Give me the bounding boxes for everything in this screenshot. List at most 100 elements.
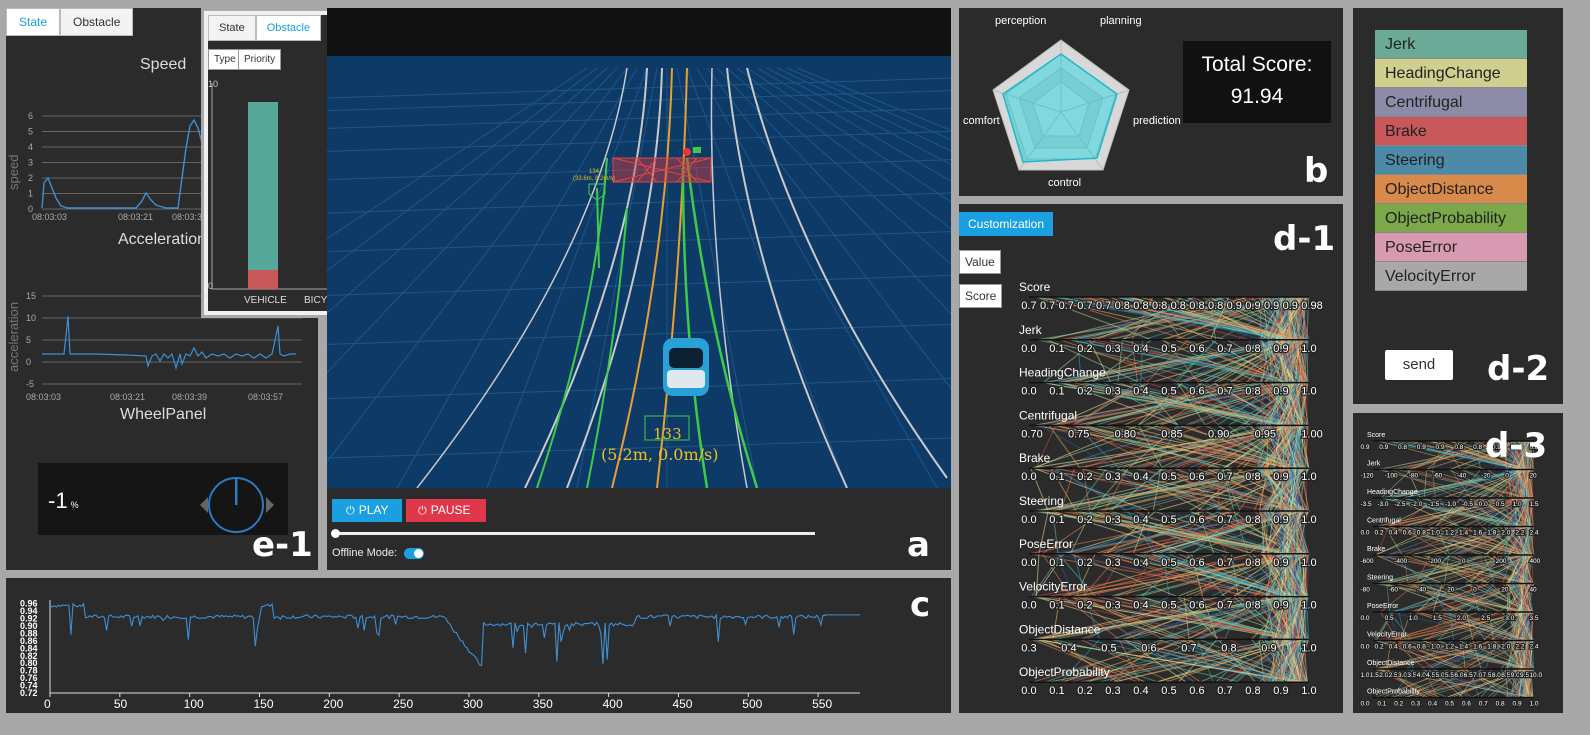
- pc-axis-name: Brake: [1019, 451, 1051, 465]
- pc-axis-name: Centrifugal: [1019, 408, 1077, 422]
- pc-axis-tick: 0.2: [1077, 514, 1092, 526]
- parallel-coordinates-chart[interactable]: Score0.7 0.7 0.7 0.7 0.7 0.8 0.8 0.8 0.8 0.8 0.8 0.…: [1009, 204, 1339, 704]
- pc-axis-tick: 0.3: [1105, 471, 1120, 483]
- pc-axis-tick: 20: [1501, 587, 1509, 594]
- pc-axis-tick: -60: [1389, 587, 1399, 594]
- legend-item-headingchange[interactable]: HeadingChange: [1375, 59, 1527, 88]
- panel-d2: Jerk HeadingChange Centrifugal Brake Steerin…: [1353, 8, 1563, 404]
- pc-axis-tick: 0.9: [1245, 300, 1260, 312]
- pc-axis-tick: 0.5: [1161, 685, 1176, 697]
- e2-y-tick: 10: [208, 79, 218, 89]
- pc-axis-name: HeadingChange: [1367, 489, 1418, 496]
- legend-item-steering[interactable]: Steering: [1375, 146, 1527, 175]
- speed-x-tick: 08:03:3: [172, 212, 202, 222]
- c-y-tick: 0.72: [20, 688, 38, 698]
- ego-car[interactable]: [663, 338, 709, 396]
- pc-axis-tick: 0.9: [1273, 471, 1288, 483]
- pc-axis-tick: 2.2: [1515, 530, 1524, 537]
- bar-vehicle[interactable]: [248, 102, 278, 270]
- pc-axis-tick: 0.5: [1161, 343, 1176, 355]
- pc-axis-name: Brake: [1367, 546, 1385, 553]
- panel-label-e1: e-1: [252, 525, 313, 565]
- pc-axis-tick: 0.4: [1133, 557, 1148, 569]
- pc-axis-tick: 0.7: [1181, 642, 1196, 654]
- c-x-tick: 400: [603, 697, 623, 711]
- progress-thumb[interactable]: [331, 529, 340, 538]
- legend-item-poseerror[interactable]: PoseError: [1375, 233, 1527, 262]
- pc-axis-name: Jerk: [1019, 323, 1043, 337]
- legend-item-jerk[interactable]: Jerk: [1375, 30, 1527, 59]
- pc-axis-tick: 1.0: [1529, 701, 1538, 708]
- pc-axis-tick: 5.0: [1436, 672, 1445, 679]
- pc-axis-tick: 0.6: [1462, 701, 1471, 708]
- x-label-vehicle: VEHICLE: [244, 295, 287, 306]
- pc-axis-tick: 2.4: [1529, 644, 1538, 651]
- legend-item-objectdistance[interactable]: ObjectDistance: [1375, 175, 1527, 204]
- pc-axis-tick: 0.0: [1360, 701, 1369, 708]
- bar-vehicle-priority[interactable]: [248, 270, 278, 289]
- obstacle-info: (5.2m, 0.0m/s): [601, 445, 719, 464]
- pc-axis-tick: 0.70: [1021, 428, 1042, 440]
- pc-axis-tick: 1.0: [1409, 615, 1418, 622]
- pc-axis-tick: 0.1: [1049, 386, 1064, 398]
- pc-axis-tick: 0: [1462, 558, 1466, 565]
- pc-axis-name: VelocityError: [1019, 580, 1087, 594]
- pc-axis-tick: 1.6: [1473, 644, 1482, 651]
- tab-obstacle[interactable]: Obstacle: [255, 15, 322, 41]
- pc-axis-tick: 1.5: [1529, 501, 1538, 508]
- pc-axis-tick: 0.2: [1077, 343, 1092, 355]
- progress-slider[interactable]: [331, 529, 815, 538]
- c-x-tick: 550: [812, 697, 832, 711]
- legend-item-objectprobability[interactable]: ObjectProbability: [1375, 204, 1527, 233]
- pc-axis-tick: 0.8: [1245, 685, 1260, 697]
- driving-scene[interactable]: 134 (33.6m, 8.2m/s) 133 (5.2m, 0.0m/s): [327, 8, 951, 488]
- pc-axis-tick: 3.5: [1529, 615, 1538, 622]
- svg-text:134: 134: [589, 169, 600, 175]
- type-button[interactable]: Type: [208, 49, 242, 70]
- total-score-box: Total Score: 91.94: [1183, 41, 1331, 123]
- pc-axis-tick: 0: [1473, 587, 1477, 594]
- pc-axis-tick: 8.0: [1492, 672, 1501, 679]
- panel-b: perception planning prediction control c…: [959, 8, 1343, 196]
- legend-item-centrifugal[interactable]: Centrifugal: [1375, 88, 1527, 117]
- pc-axis-name: Jerk: [1367, 461, 1381, 468]
- pc-axis-name: VelocityError: [1367, 632, 1407, 639]
- play-button[interactable]: ⏻ PLAY: [332, 499, 402, 522]
- c-x-tick: 0: [44, 697, 51, 711]
- priority-button[interactable]: Priority: [238, 49, 282, 70]
- pc-axis-tick: 0.6: [1189, 600, 1204, 612]
- accel-y-tick: -5: [26, 379, 34, 389]
- pc-axis-tick: 0.8: [1454, 444, 1463, 451]
- pause-button[interactable]: ⏻ PAUSE: [406, 499, 486, 522]
- pc-axis-tick: 1.2: [1445, 530, 1454, 537]
- pc-axis-tick: 0.7: [1217, 471, 1232, 483]
- pc-axis-tick: 0.6: [1189, 685, 1204, 697]
- pc-axis-tick: 9.0: [1511, 672, 1520, 679]
- pc-axis-tick: 1.0: [1301, 685, 1316, 697]
- pc-axis-tick: 0.90: [1208, 428, 1229, 440]
- pc-axis-tick: 0.5: [1161, 471, 1176, 483]
- pc-axis-tick: 0.1: [1049, 600, 1064, 612]
- tab-state[interactable]: State: [208, 15, 256, 41]
- send-button[interactable]: send: [1385, 350, 1453, 380]
- panel-label-b: b: [1304, 151, 1329, 191]
- pc-axis-tick: 2.4: [1529, 530, 1538, 537]
- pc-axis-tick: 0.8: [1133, 300, 1148, 312]
- pc-axis-tick: 0.6: [1189, 557, 1204, 569]
- radar-axis-control: control: [1048, 177, 1081, 189]
- offline-mode-toggle[interactable]: [404, 548, 424, 559]
- value-button[interactable]: Value: [959, 250, 1001, 274]
- panel-label-d2: d-2: [1487, 349, 1550, 389]
- c-x-tick: 250: [393, 697, 413, 711]
- pc-axis-tick: 0.6: [1189, 514, 1204, 526]
- pc-axis-tick: 0.7: [1096, 300, 1111, 312]
- legend-item-velocityerror[interactable]: VelocityError: [1375, 262, 1527, 291]
- pc-axis-name: PoseError: [1019, 537, 1073, 551]
- pc-axis-tick: 0.6: [1403, 530, 1412, 537]
- pc-axis-tick: 3.0: [1505, 615, 1514, 622]
- panel-label-a: a: [907, 525, 930, 565]
- pc-axis-tick: 0.2: [1077, 386, 1092, 398]
- score-button[interactable]: Score: [959, 284, 1003, 308]
- legend-item-brake[interactable]: Brake: [1375, 117, 1527, 146]
- pc-axis-tick: 0.6: [1189, 386, 1204, 398]
